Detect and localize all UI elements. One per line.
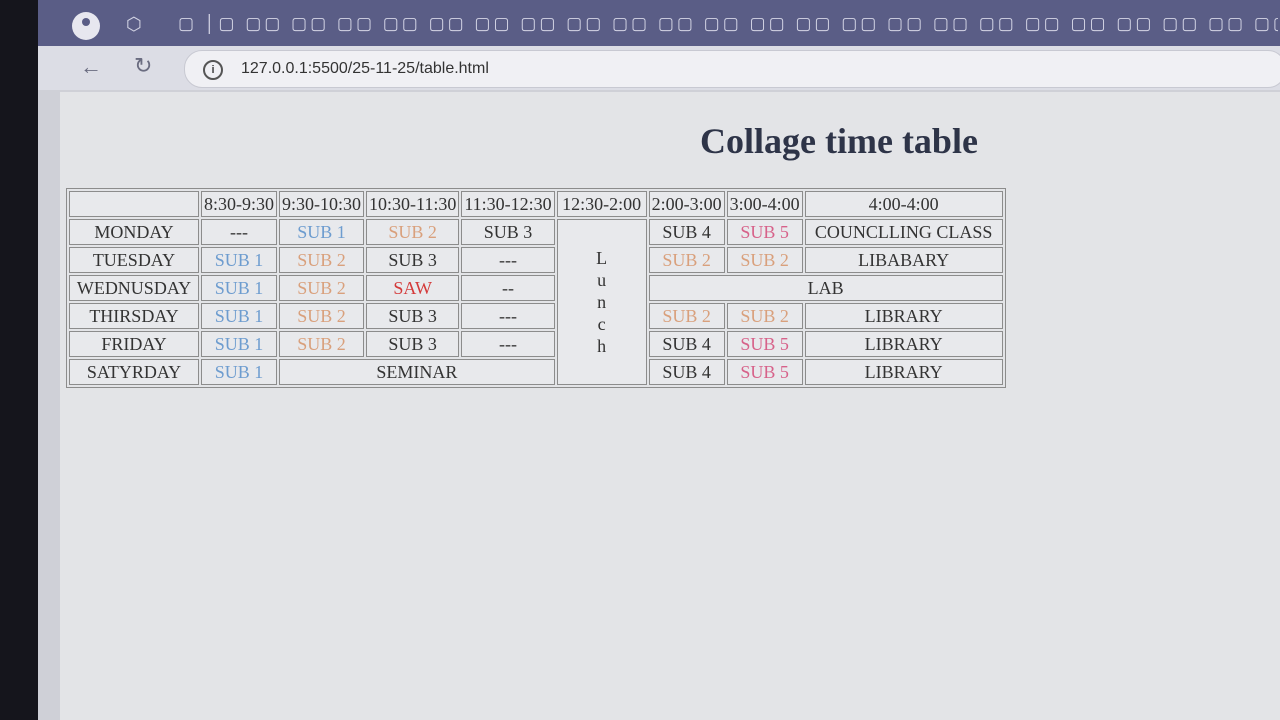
table-cell: SAW (366, 275, 460, 301)
table-row: THIRSDAY SUB 1 SUB 2 SUB 3 --- SUB 2 SUB… (69, 303, 1003, 329)
table-cell: SUB 1 (201, 303, 277, 329)
table-cell: SUB 2 (726, 303, 803, 329)
table-cell: --- (461, 303, 555, 329)
table-row: WEDNUSDAY SUB 1 SUB 2 SAW -- LAB (69, 275, 1003, 301)
header-cell: 10:30-11:30 (366, 191, 460, 217)
table-cell: LIBABARY (804, 247, 1003, 273)
header-cell: 12:30-2:00 (556, 191, 647, 217)
lunch-cell: L u n c h (556, 219, 647, 385)
back-icon[interactable]: ← (80, 54, 102, 80)
table-cell: SUB 2 (279, 331, 364, 357)
workspaces-icon[interactable]: ⬡ (126, 14, 142, 35)
table-cell: SUB 4 (648, 219, 725, 245)
tab-strip[interactable]: ▢ │▢ ▢▢ ▢▢ ▢▢ ▢▢ ▢▢ ▢▢ ▢▢ ▢▢ ▢▢ ▢▢ ▢▢ ▢▢… (178, 14, 1278, 34)
table-cell: LIBRARY (804, 331, 1003, 357)
lunch-letter: c (597, 314, 606, 334)
table-row: FRIDAY SUB 1 SUB 2 SUB 3 --- SUB 4 SUB 5… (69, 331, 1003, 357)
site-info-icon[interactable]: i (203, 60, 223, 80)
header-cell: 9:30-10:30 (279, 191, 364, 217)
table-cell: SUB 1 (201, 359, 277, 385)
table-cell: SUB 5 (726, 359, 803, 385)
table-cell: --- (201, 219, 277, 245)
table-cell: SUB 1 (279, 219, 364, 245)
table-cell: SUB 2 (366, 219, 460, 245)
table-cell: SUB 1 (201, 331, 277, 357)
screen: ⬡ ▢ │▢ ▢▢ ▢▢ ▢▢ ▢▢ ▢▢ ▢▢ ▢▢ ▢▢ ▢▢ ▢▢ ▢▢ … (38, 0, 1280, 720)
table-row: TUESDAY SUB 1 SUB 2 SUB 3 --- SUB 2 SUB … (69, 247, 1003, 273)
table-cell: SUB 2 (726, 247, 803, 273)
day-cell: MONDAY (69, 219, 199, 245)
table-cell: SUB 2 (648, 247, 725, 273)
header-cell: 8:30-9:30 (201, 191, 277, 217)
url-text: 127.0.0.1:5500/25-11-25/table.html (241, 60, 489, 77)
seminar-cell: SEMINAR (279, 359, 555, 385)
day-cell: WEDNUSDAY (69, 275, 199, 301)
table-cell: --- (461, 331, 555, 357)
address-bar[interactable]: i 127.0.0.1:5500/25-11-25/table.html (184, 50, 1280, 88)
header-cell: 3:00-4:00 (726, 191, 803, 217)
lunch-letter: n (597, 292, 607, 312)
header-row: 8:30-9:30 9:30-10:30 10:30-11:30 11:30-1… (69, 191, 1003, 217)
browser-toolbar: ← ↻ i 127.0.0.1:5500/25-11-25/table.html (38, 46, 1280, 90)
header-cell-empty (69, 191, 199, 217)
day-cell: FRIDAY (69, 331, 199, 357)
table-cell: SUB 1 (201, 275, 277, 301)
table-cell: LIBRARY (804, 303, 1003, 329)
table-cell: SUB 2 (279, 275, 364, 301)
table-cell: SUB 3 (366, 303, 460, 329)
table-cell: SUB 2 (279, 247, 364, 273)
day-cell: SATYRDAY (69, 359, 199, 385)
lunch-letter: h (597, 336, 607, 356)
header-cell: 11:30-12:30 (461, 191, 555, 217)
table-row: SATYRDAY SUB 1 SEMINAR SUB 4 SUB 5 LIBRA… (69, 359, 1003, 385)
day-cell: TUESDAY (69, 247, 199, 273)
table-cell: SUB 3 (366, 247, 460, 273)
lunch-letter: u (597, 270, 607, 290)
table-cell: SUB 4 (648, 359, 725, 385)
header-cell: 2:00-3:00 (648, 191, 725, 217)
tab-bar: ⬡ ▢ │▢ ▢▢ ▢▢ ▢▢ ▢▢ ▢▢ ▢▢ ▢▢ ▢▢ ▢▢ ▢▢ ▢▢ … (38, 0, 1280, 46)
table-cell: -- (461, 275, 555, 301)
page-title: Collage time table (700, 121, 978, 161)
table-cell: LIBRARY (804, 359, 1003, 385)
table-row: MONDAY --- SUB 1 SUB 2 SUB 3 L u n c h S… (69, 219, 1003, 385)
day-cell: THIRSDAY (69, 303, 199, 329)
table-cell: SUB 2 (279, 303, 364, 329)
lab-cell: LAB (648, 275, 1003, 301)
table-cell: SUB 3 (366, 331, 460, 357)
page-content: Collage time table 8:30-9:30 9:30-10:30 … (60, 92, 1280, 720)
table-cell: SUB 2 (648, 303, 725, 329)
profile-icon[interactable] (72, 12, 100, 40)
table-cell: SUB 4 (648, 331, 725, 357)
lunch-letter: L (596, 248, 608, 268)
table-cell: --- (461, 247, 555, 273)
table-cell: SUB 3 (461, 219, 555, 245)
reload-icon[interactable]: ↻ (134, 53, 152, 79)
timetable: 8:30-9:30 9:30-10:30 10:30-11:30 11:30-1… (66, 188, 1006, 388)
table-cell: SUB 5 (726, 219, 803, 245)
table-cell: SUB 5 (726, 331, 803, 357)
table-cell: SUB 1 (201, 247, 277, 273)
table-cell: COUNCLLING CLASS (804, 219, 1003, 245)
header-cell: 4:00-4:00 (804, 191, 1003, 217)
